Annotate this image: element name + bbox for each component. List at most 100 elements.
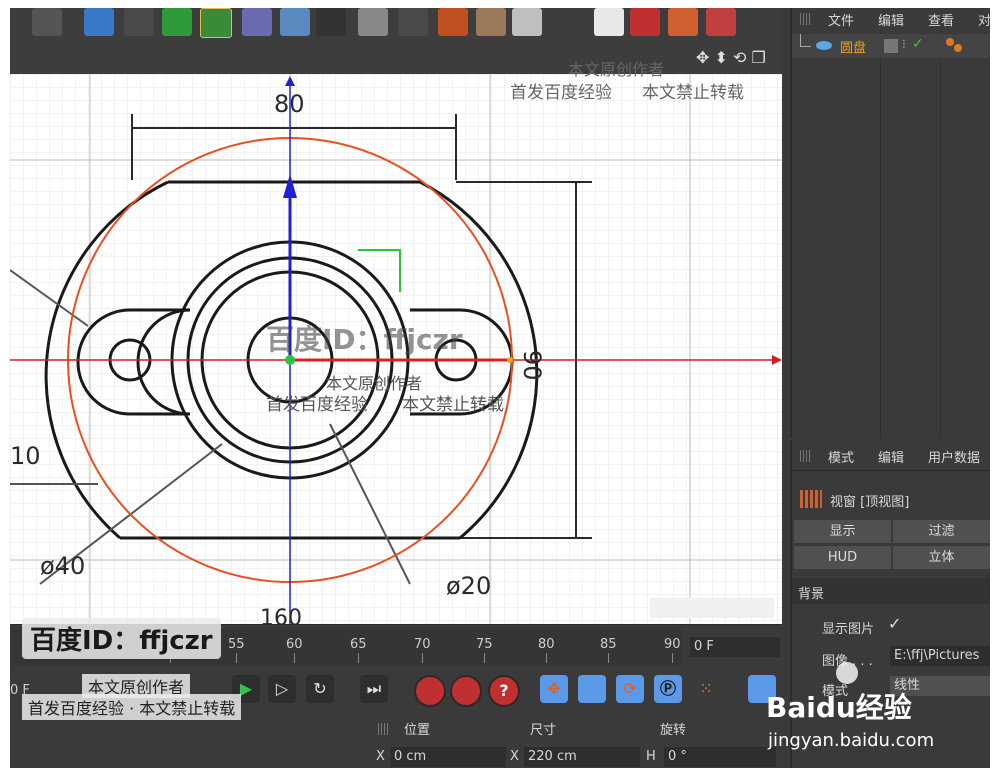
object-name[interactable]: 圆盘 [840, 37, 866, 56]
goto-end-button[interactable]: ⏭ [360, 675, 388, 703]
arrow-down-icon[interactable] [630, 8, 660, 36]
frame-label-90: 90 [664, 637, 681, 652]
ruler-tick [546, 653, 547, 663]
tab-display[interactable]: 显示 [794, 520, 891, 543]
floor-icon[interactable] [280, 8, 310, 36]
viewport-nav-icons[interactable]: ✥ ⬍ ⟲ ❐ [696, 48, 766, 67]
watermark-norepost-top: 本文禁止转载 [642, 83, 744, 103]
frame-label-80: 80 [538, 637, 555, 652]
watermark-firstpub-bottom: 首发百度经验 · 本文禁止转载 [28, 699, 236, 718]
deformer-icon[interactable] [242, 8, 272, 36]
light-icon[interactable] [358, 8, 388, 36]
position-x-field[interactable]: 0 cm [390, 747, 506, 767]
watermark-baidu-id-bottom: 百度ID：ffjczr [30, 626, 213, 656]
point-grid-button[interactable]: ⁙ [692, 675, 720, 703]
section-background-header: 背景 [792, 578, 990, 604]
watermark-baidu-id-center: 百度ID：ffjczr [266, 323, 463, 356]
material-tag-icon[interactable] [946, 38, 954, 46]
viewport-settings-icon [800, 490, 822, 508]
menu-edit[interactable]: 编辑 [878, 10, 904, 29]
menu-view[interactable]: 查看 [928, 10, 954, 29]
watermark-firstpub-top: 首发百度经验 [510, 83, 612, 103]
attribute-title: 视窗 [顶视图] [830, 495, 910, 510]
grip-icon[interactable] [378, 723, 390, 735]
menu-attr-edit[interactable]: 编辑 [878, 447, 904, 466]
ruler-tick [608, 653, 609, 663]
script-icon[interactable] [476, 8, 506, 36]
current-frame-field[interactable]: 0 F [690, 637, 780, 657]
rot-h-label: H [646, 749, 656, 764]
dim-80-label: 80 [274, 90, 305, 118]
move-tool-button[interactable]: ✥ [540, 675, 568, 703]
baidu-url: jingyan.baidu.com [768, 730, 935, 751]
baidu-paw-icon [836, 662, 858, 684]
disc-icon [816, 41, 832, 50]
tab-filter[interactable]: 过滤 [893, 520, 990, 543]
watermark-firstpub-center: 首发百度经验 [266, 395, 368, 415]
loop-button[interactable]: ↻ [306, 675, 334, 703]
dim-90-label: 90 [518, 350, 546, 381]
dim-20-label: ø20 [446, 572, 492, 600]
tab-hud[interactable]: HUD [794, 546, 891, 569]
enabled-check-icon[interactable]: ✓ [912, 36, 924, 52]
dim-10-label: 10 [10, 442, 41, 470]
pos-x-label: X [376, 749, 385, 764]
grip-icon[interactable] [800, 450, 812, 462]
layer-swatch-icon[interactable] [884, 39, 898, 53]
attribute-menubar: 模式 编辑 用户数据 [792, 440, 990, 471]
watermark-norepost-center: 本文禁止转载 [402, 395, 504, 415]
tag-icon[interactable] [438, 8, 468, 36]
dim-40-label: ø40 [40, 552, 86, 580]
object-row-disc[interactable]: 圆盘 ⁝ ✓ [792, 34, 990, 58]
show-image-checkbox[interactable]: ✓ [888, 614, 901, 633]
tools-icon[interactable] [706, 8, 736, 36]
frame-label-70: 70 [414, 637, 431, 652]
subdivision-icon[interactable] [162, 8, 192, 36]
sort-icon[interactable] [512, 8, 542, 36]
menu-objects[interactable]: 对 [978, 10, 990, 29]
main-toolbar: ✥ ⬍ ⟲ ❐ [10, 8, 780, 75]
ruler-tick [294, 653, 295, 663]
ruler-tick [484, 653, 485, 663]
image-path-field[interactable]: E:\ffj\Pictures [890, 646, 990, 666]
pen-icon[interactable] [124, 8, 154, 36]
coordinates-panel: 位置 尺寸 旋转 X 0 cm X 220 cm H 0 ° [370, 713, 782, 768]
scale-tool-button[interactable] [578, 675, 606, 703]
array-icon[interactable] [200, 8, 232, 38]
size-x-field[interactable]: 220 cm [524, 747, 640, 767]
param-tool-button[interactable]: Ⓟ [654, 675, 682, 703]
menu-mode[interactable]: 模式 [828, 447, 854, 466]
keyframe-help-button[interactable]: ? [488, 675, 520, 707]
dim-bottom-label: 160 [260, 606, 302, 624]
object-manager-menubar: 文件 编辑 查看 对 [792, 8, 990, 30]
coord-header-size: 尺寸 [530, 723, 557, 738]
figure-icon[interactable] [398, 8, 428, 36]
auto-key-button[interactable] [450, 675, 482, 707]
size-x-label: X [510, 749, 519, 764]
refresh-icon[interactable] [668, 8, 698, 36]
menu-file[interactable]: 文件 [828, 10, 854, 29]
coord-header-position: 位置 [404, 723, 431, 738]
column-divider [880, 30, 881, 438]
viewport-watermark-logo [650, 598, 774, 618]
ruler-tick [672, 653, 673, 663]
frame-label-85: 85 [600, 637, 617, 652]
visibility-dots-icon[interactable]: ⁝ [902, 37, 906, 51]
tab-stereo[interactable]: 立体 [893, 546, 990, 569]
camera-icon[interactable] [316, 8, 346, 36]
column-divider [940, 30, 941, 438]
record-key-button[interactable] [414, 675, 446, 707]
ruler-tick [422, 653, 423, 663]
frame-label-55: 55 [228, 637, 245, 652]
frame-label-65: 65 [350, 637, 367, 652]
clapboard-icon[interactable] [32, 8, 62, 36]
watermark-firstpub-box: 首发百度经验 · 本文禁止转载 [22, 694, 242, 720]
cube-icon[interactable] [84, 8, 114, 36]
rotate-tool-button[interactable]: ⟳ [616, 675, 644, 703]
layer-icon[interactable] [594, 8, 624, 36]
grip-icon[interactable] [800, 13, 812, 25]
rotation-h-field[interactable]: 0 ° [664, 747, 776, 767]
menu-user-data[interactable]: 用户数据 [928, 447, 980, 466]
next-frame-button[interactable]: ▷ [268, 675, 296, 703]
hierarchy-branch-icon [800, 34, 811, 47]
